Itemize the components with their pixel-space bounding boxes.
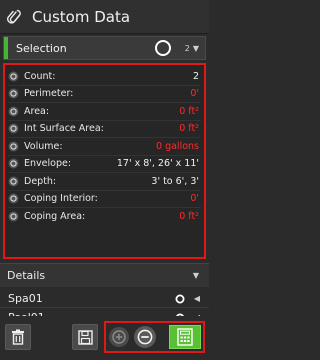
panel-header: Custom Data (0, 0, 209, 34)
data-row-area: Area: 0 ft² (8, 103, 201, 121)
selection-bar[interactable]: Selection 2 ▼ (3, 36, 206, 60)
chevron-left-icon[interactable]: ◀ (194, 294, 200, 303)
calculator-icon (177, 328, 193, 346)
eye-icon[interactable] (8, 71, 19, 82)
calculation-tools-group (104, 321, 205, 353)
details-label: Details (7, 269, 46, 282)
row-value: 0' (190, 88, 199, 100)
calculator-button[interactable] (169, 325, 201, 349)
row-label: Envelope: (24, 158, 72, 170)
list-item-spa01[interactable]: Spa01 ◀ (0, 290, 209, 308)
eye-icon[interactable] (8, 141, 19, 152)
circle-icon[interactable] (174, 293, 186, 305)
chevron-down-icon[interactable]: ▼ (193, 271, 199, 280)
data-row-envelope: Envelope: 17' x 8', 26' x 11' (8, 156, 201, 173)
row-value: 0 ft² (179, 105, 199, 117)
data-row-int-surface-area: Int Surface Area: 0 ft² (8, 121, 201, 138)
trash-button[interactable] (5, 324, 31, 350)
row-label: Perimeter: (24, 88, 74, 100)
panel-title: Custom Data (32, 7, 131, 26)
selection-accent (4, 37, 8, 59)
plus-circle-icon (112, 330, 126, 344)
row-label: Area: (24, 105, 50, 117)
details-header[interactable]: Details ▼ (0, 263, 209, 287)
eye-icon[interactable] (8, 211, 19, 222)
paperclip-icon (0, 0, 28, 34)
chevron-down-icon[interactable]: ▼ (193, 44, 199, 53)
trash-icon (12, 329, 24, 345)
row-value: 0 ft² (179, 123, 199, 135)
selection-label: Selection (16, 41, 67, 55)
custom-data-panel: Count: 2 Perimeter: 0' Area: 0 ft² Int S… (3, 63, 206, 259)
data-row-coping-area: Coping Area: 0 ft² (8, 208, 201, 226)
bottom-toolbar (0, 316, 209, 360)
row-label: Volume: (24, 140, 63, 152)
row-label: Depth: (24, 175, 57, 187)
data-row-volume: Volume: 0 gallons (8, 138, 201, 156)
eye-icon[interactable] (8, 193, 19, 204)
row-value: 2 (192, 70, 199, 82)
data-row-count: Count: 2 (8, 68, 201, 86)
row-value: 0 ft² (179, 211, 199, 223)
floppy-disk-icon (77, 329, 93, 345)
add-button[interactable] (109, 327, 129, 347)
eye-icon[interactable] (8, 123, 19, 134)
data-row-perimeter: Perimeter: 0' (8, 86, 201, 103)
row-value: 17' x 8', 26' x 11' (116, 158, 199, 170)
list-item-label: Spa01 (8, 292, 43, 305)
row-label: Int Surface Area: (24, 123, 104, 135)
select-circle-button[interactable] (153, 38, 173, 58)
row-label: Coping Interior: (24, 193, 98, 205)
row-value: 0' (190, 193, 199, 205)
eye-icon[interactable] (8, 176, 19, 187)
row-value: 0 gallons (156, 140, 199, 152)
row-label: Coping Area: (24, 211, 86, 223)
eye-icon[interactable] (8, 88, 19, 99)
data-row-coping-interior: Coping Interior: 0' (8, 191, 201, 208)
row-value: 3' to 6', 3' (151, 175, 199, 187)
selection-count: 2 (184, 43, 190, 53)
remove-button[interactable] (134, 326, 156, 348)
eye-icon[interactable] (8, 106, 19, 117)
row-label: Count: (24, 70, 56, 82)
save-button[interactable] (72, 324, 98, 350)
eye-icon[interactable] (8, 158, 19, 169)
minus-circle-icon (137, 329, 153, 345)
data-row-depth: Depth: 3' to 6', 3' (8, 173, 201, 191)
